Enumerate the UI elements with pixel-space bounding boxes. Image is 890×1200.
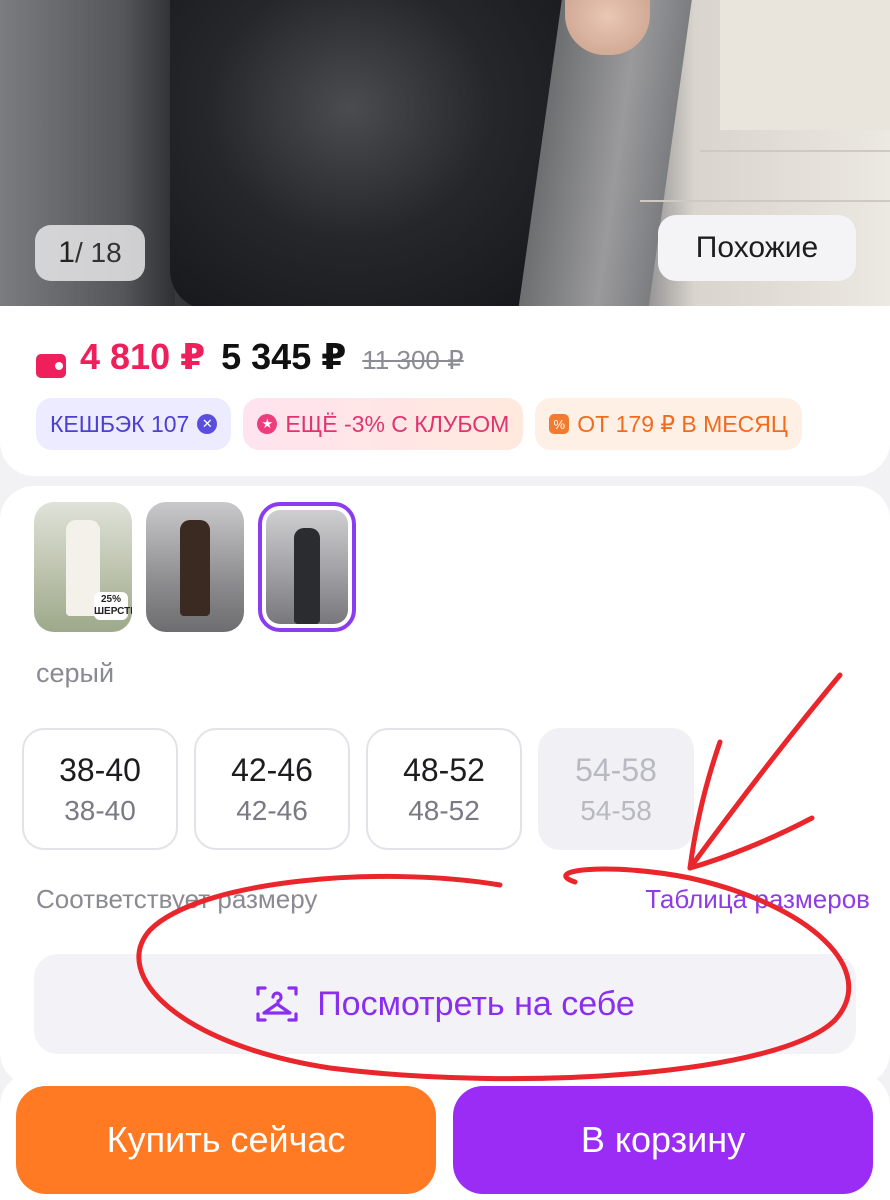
thumbnail-model: [180, 520, 210, 616]
variants-card: 25% ШЕРСТИ серый 38-40 38-40 42-46 42-46…: [0, 486, 890, 1086]
product-photo[interactable]: 1 / 18 Похожие: [0, 0, 890, 310]
regular-price: 5 345 ₽: [221, 336, 347, 377]
color-thumbnails: 25% ШЕРСТИ: [34, 502, 356, 632]
add-to-cart-button[interactable]: В корзину: [453, 1086, 873, 1194]
size-intl: 38-40: [64, 794, 136, 826]
buy-now-button[interactable]: Купить сейчас: [16, 1086, 436, 1194]
photo-counter-current: 1: [58, 236, 75, 269]
color-thumbnail-brown[interactable]: [146, 502, 244, 632]
fit-text: Соответствует размеру: [36, 884, 318, 914]
cashback-badge-label: КЕШБЭК 107: [50, 410, 190, 437]
size-table-link[interactable]: Таблица размеров: [645, 884, 870, 915]
size-ru: 38-40: [59, 751, 141, 788]
size-options: 38-40 38-40 42-46 42-46 48-52 48-52 54-5…: [22, 728, 694, 850]
wallet-price: 4 810 ₽: [80, 336, 206, 377]
color-thumbnail-grey-selected[interactable]: [258, 502, 356, 632]
club-badge-label: ЕЩЁ -3% С КЛУБОМ: [285, 410, 510, 437]
old-price: 11 300 ₽: [362, 345, 464, 375]
similar-button[interactable]: Похожие: [658, 215, 856, 281]
color-thumbnail-white[interactable]: 25% ШЕРСТИ: [34, 502, 132, 632]
try-on-label: Посмотреть на себе: [317, 984, 635, 1023]
size-intl: 48-52: [408, 794, 480, 826]
thumbnail-image: [266, 510, 348, 624]
club-star-icon: ★: [257, 414, 278, 434]
installment-badge[interactable]: % ОТ 179 ₽ В МЕСЯЦ: [535, 398, 802, 450]
photo-skirt: [170, 0, 570, 310]
try-on-button[interactable]: Посмотреть на себе: [34, 954, 856, 1054]
photo-floor-line: [640, 200, 890, 202]
photo-counter-total: / 18: [74, 237, 122, 268]
size-intl: 42-46: [236, 794, 308, 826]
bottom-action-bar: Купить сейчас В корзину: [0, 1072, 890, 1200]
size-intl: 54-58: [580, 794, 652, 826]
size-option[interactable]: 48-52 48-52: [366, 728, 522, 850]
try-on-hanger-icon: [256, 986, 298, 1022]
photo-wall: [720, 0, 890, 130]
price-row: 4 810 ₽ 5 345 ₽ 11 300 ₽: [36, 336, 464, 396]
photo-floor-line: [700, 150, 890, 152]
size-option-unavailable[interactable]: 54-58 54-58: [538, 728, 694, 850]
size-ru: 54-58: [575, 751, 657, 788]
wallet-icon: [36, 354, 66, 378]
size-ru: 42-46: [231, 751, 313, 788]
price-card: 4 810 ₽ 5 345 ₽ 11 300 ₽ КЕШБЭК 107 ✕ ★ …: [0, 306, 890, 476]
wool-tag: 25% ШЕРСТИ: [94, 592, 132, 620]
thumbnail-model: [294, 528, 320, 624]
installment-percent-icon: %: [549, 414, 570, 434]
size-option[interactable]: 38-40 38-40: [22, 728, 178, 850]
club-badge[interactable]: ★ ЕЩЁ -3% С КЛУБОМ: [243, 398, 524, 450]
size-ru: 48-52: [403, 751, 485, 788]
installment-badge-label: ОТ 179 ₽ В МЕСЯЦ: [577, 410, 788, 437]
size-option[interactable]: 42-46 42-46: [194, 728, 350, 850]
fit-row: Соответствует размеру Таблица размеров: [36, 884, 870, 915]
cashback-badge[interactable]: КЕШБЭК 107 ✕: [36, 398, 232, 450]
promo-badges: КЕШБЭК 107 ✕ ★ ЕЩЁ -3% С КЛУБОМ % ОТ 179…: [36, 398, 802, 450]
cashback-coin-icon: ✕: [197, 414, 218, 434]
selected-color-label: серый: [36, 658, 115, 688]
photo-counter: 1 / 18: [35, 225, 145, 281]
